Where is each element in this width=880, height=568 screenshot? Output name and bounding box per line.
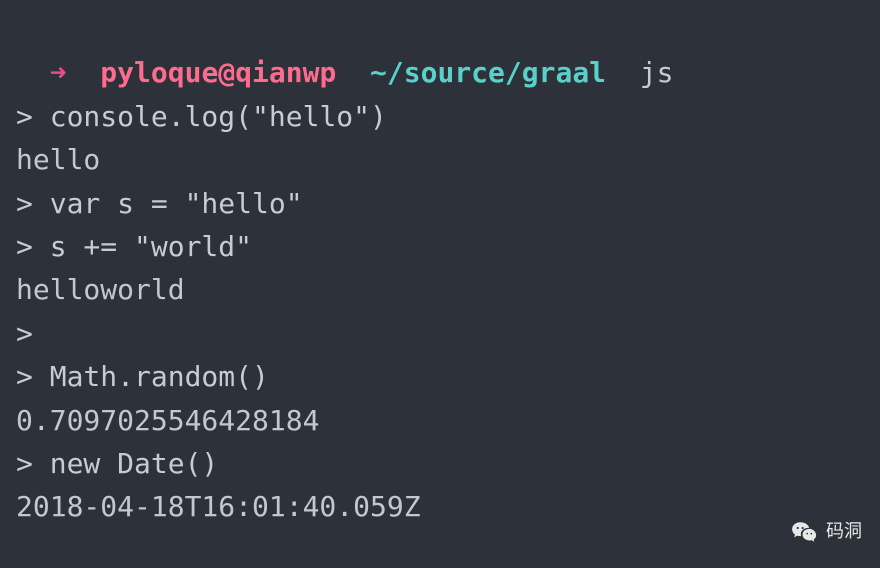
repl-input[interactable]: Math.random() [50, 360, 269, 393]
repl-line[interactable]: > Math.random() [16, 355, 864, 398]
shell-command: js [640, 56, 674, 89]
repl-line[interactable]: > [16, 312, 864, 355]
repl-output: 2018-04-18T16:01:40.059Z [16, 485, 864, 528]
watermark: 码洞 [790, 518, 862, 546]
repl-output: helloworld [16, 268, 864, 311]
repl-input[interactable]: var s = "hello" [50, 187, 303, 220]
repl-prompt: > [16, 360, 50, 393]
repl-input[interactable]: s += "world" [50, 230, 252, 263]
repl-input[interactable]: new Date() [50, 447, 219, 480]
repl-prompt: > [16, 187, 50, 220]
repl-line[interactable]: > new Date() [16, 442, 864, 485]
arrow-icon: ➜ [50, 56, 67, 89]
wechat-icon [790, 518, 818, 546]
shell-prompt-line: ➜ pyloque@qianwp ~/source/graal js [16, 8, 864, 95]
repl-output: hello [16, 138, 864, 181]
repl-prompt: > [16, 317, 50, 350]
repl-prompt: > [16, 230, 50, 263]
repl-input[interactable]: console.log("hello") [50, 100, 387, 133]
watermark-label: 码洞 [826, 518, 862, 546]
repl-line[interactable]: > s += "world" [16, 225, 864, 268]
repl-prompt: > [16, 447, 50, 480]
repl-line[interactable]: > var s = "hello" [16, 182, 864, 225]
user-host: pyloque@qianwp [100, 56, 336, 89]
repl-prompt: > [16, 100, 50, 133]
working-dir: ~/source/graal [370, 56, 606, 89]
repl-output: 0.7097025546428184 [16, 399, 864, 442]
repl-line[interactable]: > console.log("hello") [16, 95, 864, 138]
